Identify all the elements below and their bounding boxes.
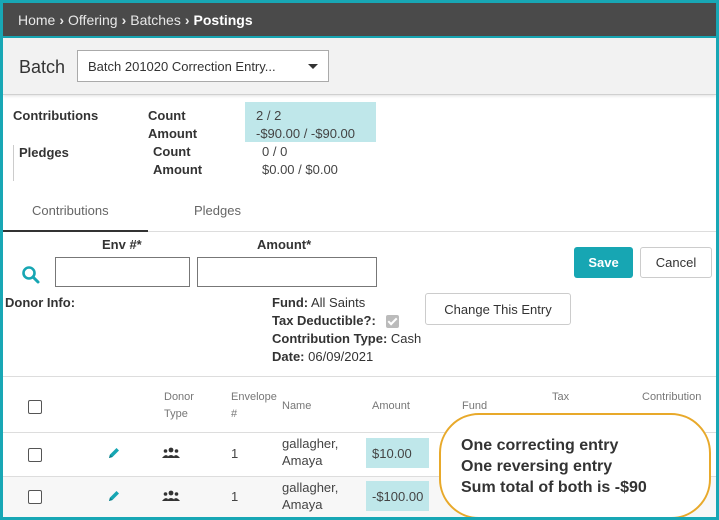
row-name-line1: gallagher, [282,480,339,495]
contribution-type-label: Contribution Type: [272,331,388,346]
app-frame: Home › Offering › Batches › Postings Bat… [3,3,716,517]
callout-line: Sum total of both is -$90 [461,479,647,496]
row-checkbox[interactable] [28,448,42,462]
header-donor-type-line2: Type [164,408,188,420]
header-amount[interactable]: Amount [372,398,410,415]
row-name-line1: gallagher, [282,436,339,451]
contributions-count-label: Count [148,108,186,123]
pencil-icon[interactable] [107,489,121,503]
annotation-callout: One correcting entry One reversing entry… [439,413,711,517]
date-row: Date: 06/09/2021 [272,349,373,364]
tab-active-indicator [3,230,148,232]
header-tax[interactable]: Tax [552,389,569,406]
row-amount-value: -$100.00 [372,488,424,504]
callout-line: One correcting entry [461,437,619,454]
batch-label: Batch [19,57,66,77]
row-amount: $10.00 [366,438,429,468]
pledges-count-value: 0 / 0 [262,144,288,159]
row-name-line2: Amaya [282,497,323,512]
save-button[interactable]: Save [574,247,633,278]
cancel-button[interactable]: Cancel [640,247,712,278]
pledges-amount-label: Amount [153,162,203,177]
pledges-count-label: Count [153,144,191,159]
row-envelope: 1 [231,446,239,461]
row-checkbox[interactable] [28,490,42,504]
pencil-icon[interactable] [107,446,121,460]
tax-deductible-checkbox [386,315,399,328]
header-donor-type-line1: Donor [164,391,194,403]
callout-line: One reversing entry [461,458,613,475]
row-envelope: 1 [231,489,239,504]
date-value: 06/09/2021 [308,349,374,364]
fund-value: All Saints [311,295,366,310]
contributions-amount-value: -$90.00 / -$90.00 [256,126,356,141]
breadcrumb-current: Postings [193,11,253,28]
select-all-checkbox[interactable] [28,400,42,414]
breadcrumb-batches[interactable]: Batches [130,12,181,28]
contribution-type-value: Cash [390,331,422,346]
users-icon [162,447,180,458]
row-name-line2: Amaya [282,453,323,468]
chevron-right-icon: › [121,11,127,28]
contributions-label: Contributions [13,108,99,123]
date-label: Date: [272,349,305,364]
breadcrumb: Home › Offering › Batches › Postings [3,3,716,36]
change-entry-button[interactable]: Change This Entry [425,293,571,325]
fund-row: Fund: All Saints [272,295,365,310]
chevron-right-icon: › [184,11,190,28]
row-amount: -$100.00 [366,481,429,511]
divider [13,145,14,181]
header-contribution[interactable]: Contribution [642,389,701,406]
row-name[interactable]: gallagher, Amaya [282,435,338,469]
table-top-border [3,376,716,377]
header-envelope[interactable]: Envelope # [231,389,277,423]
batch-select[interactable]: Batch 201020 Correction Entry... [77,50,329,82]
breadcrumb-offering[interactable]: Offering [68,12,118,28]
donor-info-label: Donor Info: [5,295,76,310]
contributions-amount-label: Amount [148,126,198,141]
chevron-right-icon: › [59,11,65,28]
contributions-count-value: 2 / 2 [256,108,282,123]
tab-pledges[interactable]: Pledges [194,203,241,218]
users-icon [162,490,180,501]
env-input[interactable] [55,257,190,287]
batch-header: Batch Batch 201020 Correction Entry... [3,38,716,95]
row-amount-value: $10.00 [372,445,412,461]
pledges-label: Pledges [19,145,69,160]
contribution-type-row: Contribution Type: Cash [272,331,421,346]
fund-label: Fund: [272,295,309,310]
pledges-amount-value: $0.00 / $0.00 [262,162,338,177]
batch-select-value: Batch 201020 Correction Entry... [88,58,276,74]
amount-label: Amount* [257,237,312,252]
amount-input[interactable] [197,257,377,287]
env-label: Env #* [102,237,142,252]
search-icon[interactable] [21,265,41,285]
tax-deductible-label: Tax Deductible?: [272,313,376,328]
header-name[interactable]: Name [282,398,311,415]
row-name[interactable]: gallagher, Amaya [282,479,338,513]
header-envelope-line2: # [231,408,238,420]
tab-contributions[interactable]: Contributions [32,203,109,218]
header-donor-type[interactable]: Donor Type [164,389,194,423]
breadcrumb-home[interactable]: Home [18,12,55,28]
caret-down-icon [308,64,318,69]
header-envelope-line1: Envelope [231,391,277,403]
